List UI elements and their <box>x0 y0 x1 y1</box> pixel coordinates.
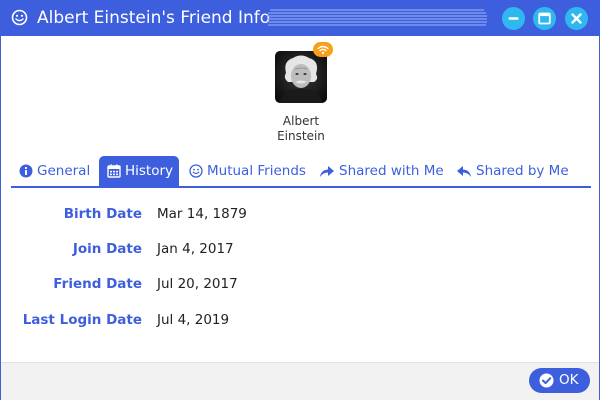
title-bar[interactable]: Albert Einstein's Friend Info <box>1 0 600 36</box>
ok-button-label: OK <box>559 372 579 388</box>
tab-underline <box>11 186 591 188</box>
avatar[interactable] <box>275 51 327 103</box>
online-status-badge <box>313 42 333 57</box>
tab-history[interactable]: History <box>99 156 179 186</box>
info-icon <box>19 164 33 178</box>
check-icon <box>539 373 554 388</box>
friend-info-window: Albert Einstein's Friend Info Albert Ein… <box>0 0 600 400</box>
tab-shared-with-me[interactable]: Shared with Me <box>311 156 444 186</box>
tab-general-label: General <box>37 163 91 179</box>
close-button[interactable] <box>565 7 588 30</box>
birth-date-value: Mar 14, 1879 <box>157 206 247 222</box>
tab-bar: General History Mutual Friends Shared wi… <box>11 156 591 188</box>
dialog-footer <box>1 362 599 400</box>
birth-date-label: Birth Date <box>63 206 142 222</box>
friend-last-name: Einstein <box>277 129 325 143</box>
friend-first-name: Albert <box>282 114 320 128</box>
smiley-icon <box>189 164 203 178</box>
friend-date-value: Jul 20, 2017 <box>157 276 238 292</box>
join-date-value: Jan 4, 2017 <box>157 241 234 257</box>
tab-shared-by-me-label: Shared by Me <box>476 163 569 179</box>
title-grip[interactable] <box>266 8 488 28</box>
avatar-container <box>275 42 333 103</box>
tab-mutual-friends-label: Mutual Friends <box>207 163 306 179</box>
reply-icon <box>457 166 471 177</box>
maximize-button[interactable] <box>533 7 556 30</box>
friend-date-label: Friend Date <box>53 276 142 292</box>
window-title: Albert Einstein's Friend Info <box>37 8 271 28</box>
minimize-button[interactable] <box>502 7 525 30</box>
calendar-icon <box>107 164 121 178</box>
tab-mutual-friends[interactable]: Mutual Friends <box>181 156 306 186</box>
tab-history-label: History <box>125 163 174 179</box>
wifi-icon <box>317 45 329 55</box>
tab-shared-with-me-label: Shared with Me <box>339 163 444 179</box>
share-icon <box>320 166 334 177</box>
tab-shared-by-me[interactable]: Shared by Me <box>448 156 578 186</box>
minimize-icon <box>508 17 519 20</box>
close-icon <box>571 13 582 24</box>
smiley-icon <box>11 9 28 26</box>
last-login-date-label: Last Login Date <box>22 312 142 328</box>
maximize-icon <box>538 12 551 25</box>
ok-button[interactable]: OK <box>529 368 590 393</box>
join-date-label: Join Date <box>72 241 142 257</box>
tab-general[interactable]: General <box>11 156 97 186</box>
friend-name: Albert Einstein <box>221 114 381 144</box>
last-login-date-value: Jul 4, 2019 <box>157 312 230 328</box>
